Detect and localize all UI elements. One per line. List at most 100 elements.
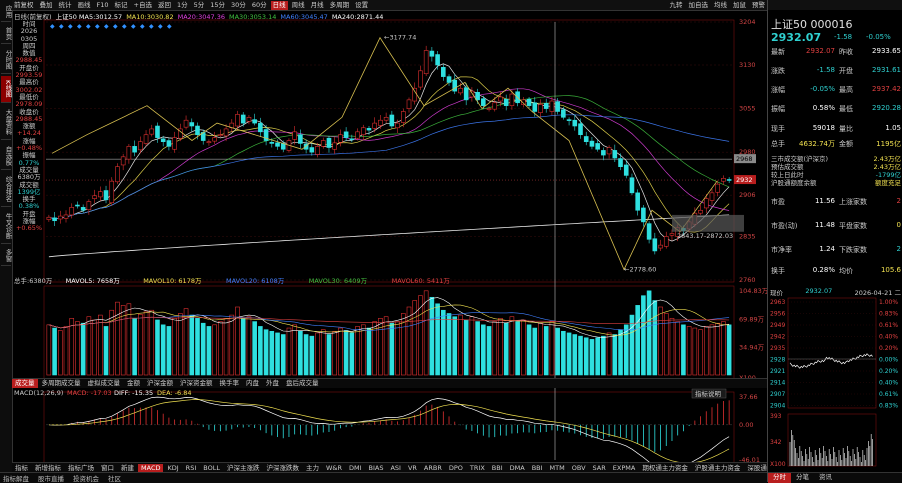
panel-row-value2: 2933.65: [872, 47, 901, 55]
stat-value2: 105.6: [880, 266, 901, 274]
intraday-mini-chart[interactable]: 2963 1.00% 2956 0.83% 2949 0.61% 2942 0.40% 2935…: [768, 296, 902, 481]
volume-bar: [332, 330, 337, 376]
left-tab-8[interactable]: 多窗: [1, 246, 12, 266]
period-6[interactable]: 周线: [290, 1, 307, 10]
candle-body: [652, 238, 658, 252]
vol-tab-4[interactable]: 沪深金额: [144, 379, 176, 388]
left-tab-3[interactable]: K线图: [1, 75, 12, 103]
toolbar-right-0[interactable]: 九转: [668, 1, 685, 10]
candle-body: [715, 183, 721, 193]
period-2[interactable]: 15分: [208, 1, 227, 10]
candle-body: [623, 164, 629, 176]
period-7[interactable]: 月线: [309, 1, 326, 10]
volume-bar: [229, 314, 235, 376]
toolbar-right-4[interactable]: 预警: [750, 1, 767, 10]
candle-body: [629, 177, 635, 194]
vol-tab-7[interactable]: 内盘: [243, 379, 262, 388]
volume-bar: [132, 318, 137, 376]
toolbar-item-7[interactable]: 返回: [156, 1, 173, 10]
vol-tab-9[interactable]: 盘后成交量: [283, 379, 322, 388]
vol-tab-0[interactable]: 成交量: [12, 379, 38, 388]
candle-body: [400, 111, 406, 123]
candle-body: [383, 116, 389, 121]
candle-body: [320, 140, 326, 147]
toolbar-item-2[interactable]: 统计: [57, 1, 74, 10]
volume-bar: [103, 326, 109, 376]
toolbar-item-4[interactable]: F10: [95, 1, 111, 10]
toolbar-item-1[interactable]: 叠加: [38, 1, 55, 10]
toolbar-right-3[interactable]: 加鼠: [731, 1, 748, 10]
ma30-line: [48, 95, 730, 220]
period-0[interactable]: 1分: [175, 1, 190, 10]
period-1[interactable]: 5分: [192, 1, 207, 10]
price-tick-6: 2760: [739, 276, 756, 284]
candle-body: [309, 147, 315, 153]
toolbar-item-3[interactable]: 画线: [76, 1, 93, 10]
toolbar-item-0[interactable]: 前复权: [12, 1, 36, 10]
candle-body: [372, 122, 378, 129]
candle-body: [492, 102, 498, 110]
left-tab-2[interactable]: 分时图: [1, 46, 12, 74]
volume-bar: [92, 319, 97, 376]
mini-ytick-1: 2956: [770, 311, 785, 318]
volume-bar: [75, 321, 80, 376]
volume-bar: [246, 316, 252, 376]
stat-value: 0.28%: [812, 266, 835, 274]
mini-bottom-tabs: 分时 分笔 资讯: [768, 472, 902, 483]
macd-value: MACD: -17.03: [67, 389, 112, 397]
panel-change: -1.58: [834, 33, 853, 41]
volume-tick-0: 104.83万: [739, 287, 767, 295]
panel-row-value2: 2931.61: [872, 66, 901, 74]
period-5[interactable]: 日线: [270, 0, 288, 10]
panel-row-label: 现手: [771, 125, 785, 133]
volume-bar: [703, 326, 709, 376]
left-tab-1[interactable]: 首页: [1, 24, 12, 44]
mini-vol-tick-1: 342: [770, 439, 782, 446]
stat-value: 11.56: [814, 197, 835, 205]
vol-tab-5[interactable]: 沪深资金额: [177, 379, 216, 388]
mini-vol-tick-2: X100: [770, 461, 786, 468]
volume-bar: [463, 319, 469, 376]
volume-bar: [195, 318, 200, 376]
period-9[interactable]: 设置: [353, 1, 370, 10]
signal-diamond-icon: ◆: [77, 23, 82, 30]
volume-bar: [57, 330, 63, 376]
main-chart[interactable]: 320431303055298029062835276029682932◆ ◆ ◆ ◆…: [12, 10, 767, 462]
macd-tick-1: 0.00: [739, 421, 753, 429]
left-tab-7[interactable]: 牛叉诊断: [1, 209, 12, 244]
stat-label: 市盈: [771, 198, 785, 206]
toolbar-right-2[interactable]: 均线: [712, 1, 729, 10]
period-8[interactable]: 多周期: [328, 1, 352, 10]
toolbar-item-5[interactable]: 标记: [113, 1, 130, 10]
candle-body: [355, 131, 360, 139]
volume-bar: [263, 329, 269, 376]
candle-body: [275, 142, 280, 147]
candle-body: [698, 209, 703, 214]
candle-body: [412, 87, 418, 102]
low-annotation: ←2778.60: [624, 266, 656, 274]
volume-bar: [212, 324, 217, 376]
candle-body: [155, 125, 160, 138]
left-tab-4[interactable]: 大盘资料: [1, 105, 12, 140]
vol-tab-2[interactable]: 虚拟成交量: [85, 379, 124, 388]
vol-tab-6[interactable]: 换手率: [217, 379, 243, 388]
candle-body: [298, 134, 303, 144]
panel-row-label: 涨幅: [771, 86, 785, 94]
volume-bar: [498, 318, 503, 376]
vol-tab-1[interactable]: 多周期成交量: [39, 379, 84, 388]
vol-tab-3[interactable]: 金额: [124, 379, 143, 388]
stat-value: 11.48: [814, 221, 835, 229]
volume-bar: [52, 327, 57, 376]
period-3[interactable]: 30分: [229, 1, 248, 10]
toolbar-right-1[interactable]: 加自选: [687, 1, 711, 10]
vol-tab-8[interactable]: 外盘: [263, 379, 282, 388]
toolbar-item-6[interactable]: +自选: [132, 1, 154, 10]
panel-stat-row-0: 市盈 11.56 上涨家数 2: [771, 197, 901, 207]
left-tab-0[interactable]: 应用: [1, 2, 12, 22]
candle-body: [481, 98, 486, 106]
left-tab-5[interactable]: 自选股: [1, 142, 12, 170]
left-tab-6[interactable]: 综合排名: [1, 172, 12, 207]
stat-label: 市净率: [771, 246, 792, 254]
volume-bar: [360, 324, 366, 376]
period-4[interactable]: 60分: [250, 1, 269, 10]
